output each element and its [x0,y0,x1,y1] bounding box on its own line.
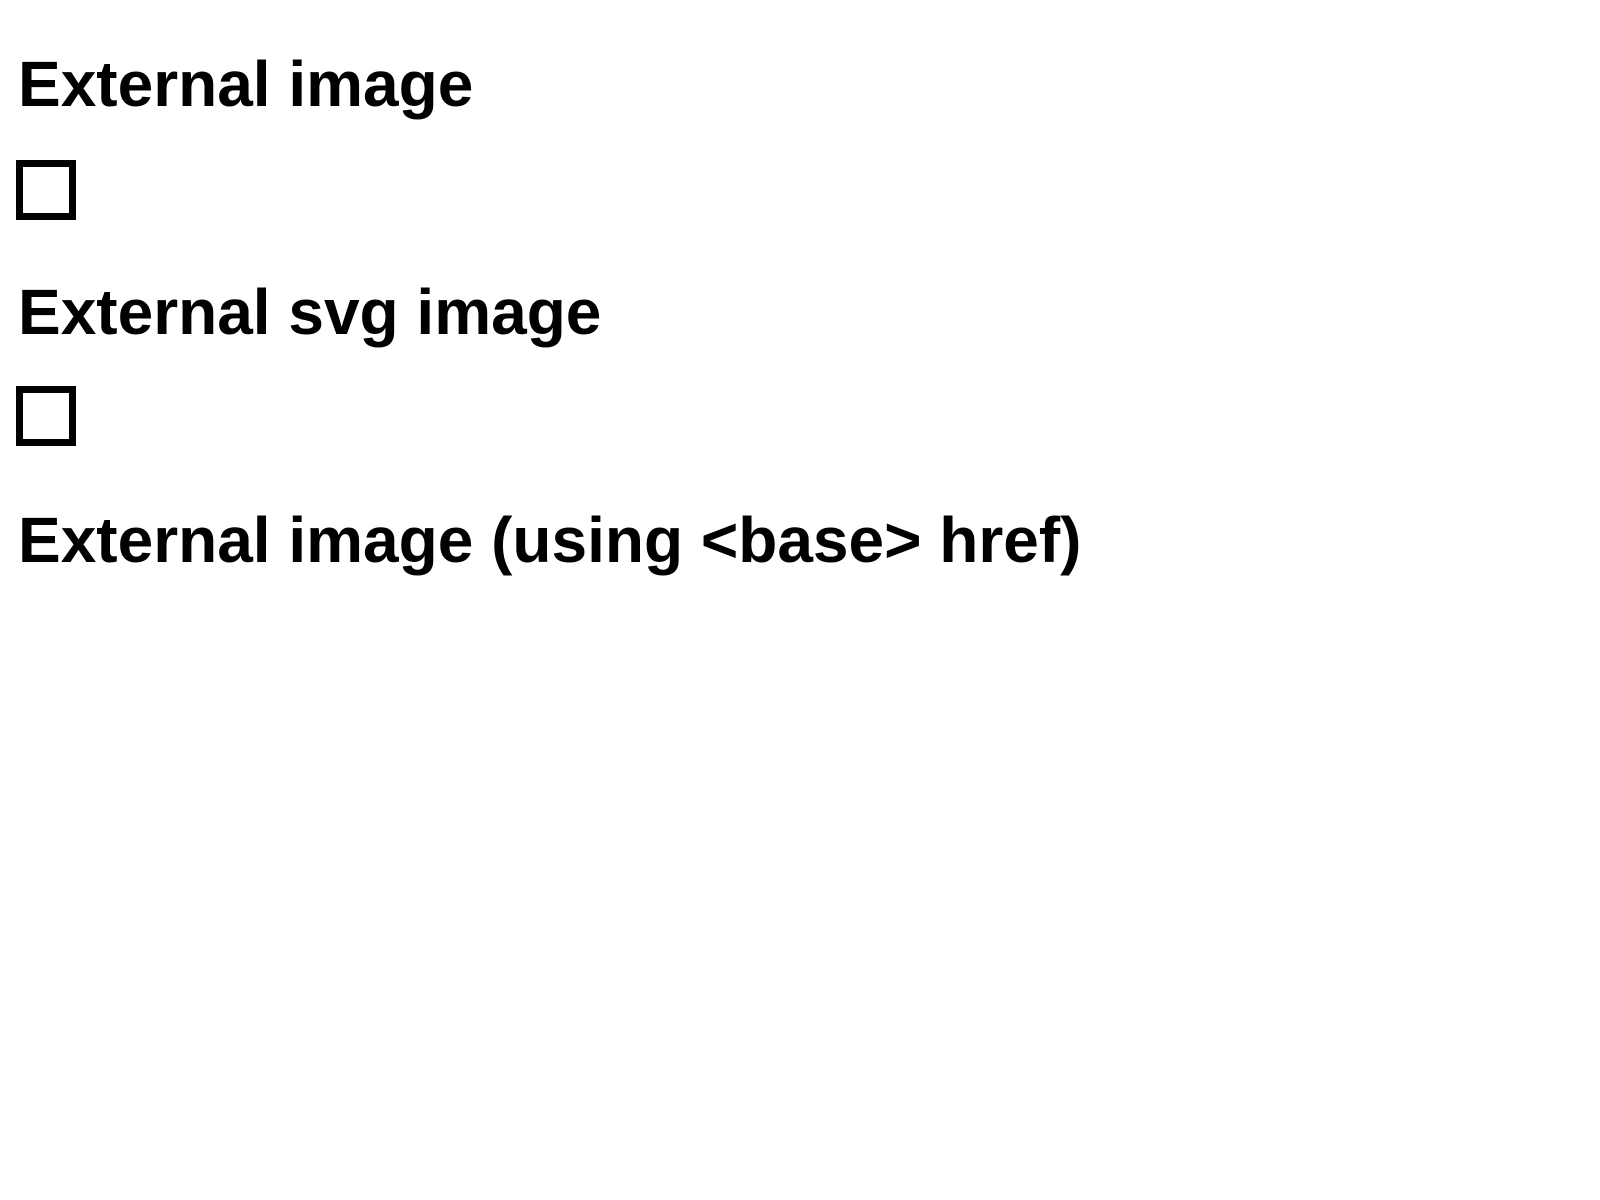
section-heading-external-image: External image [18,48,474,120]
page: External image External svg image Extern… [0,0,1600,1200]
section-heading-external-svg-image: External svg image [18,276,602,348]
broken-image-icon [16,160,76,220]
broken-image-icon [16,386,76,446]
section-heading-external-image-base-href: External image (using <base> href) [18,504,1082,576]
